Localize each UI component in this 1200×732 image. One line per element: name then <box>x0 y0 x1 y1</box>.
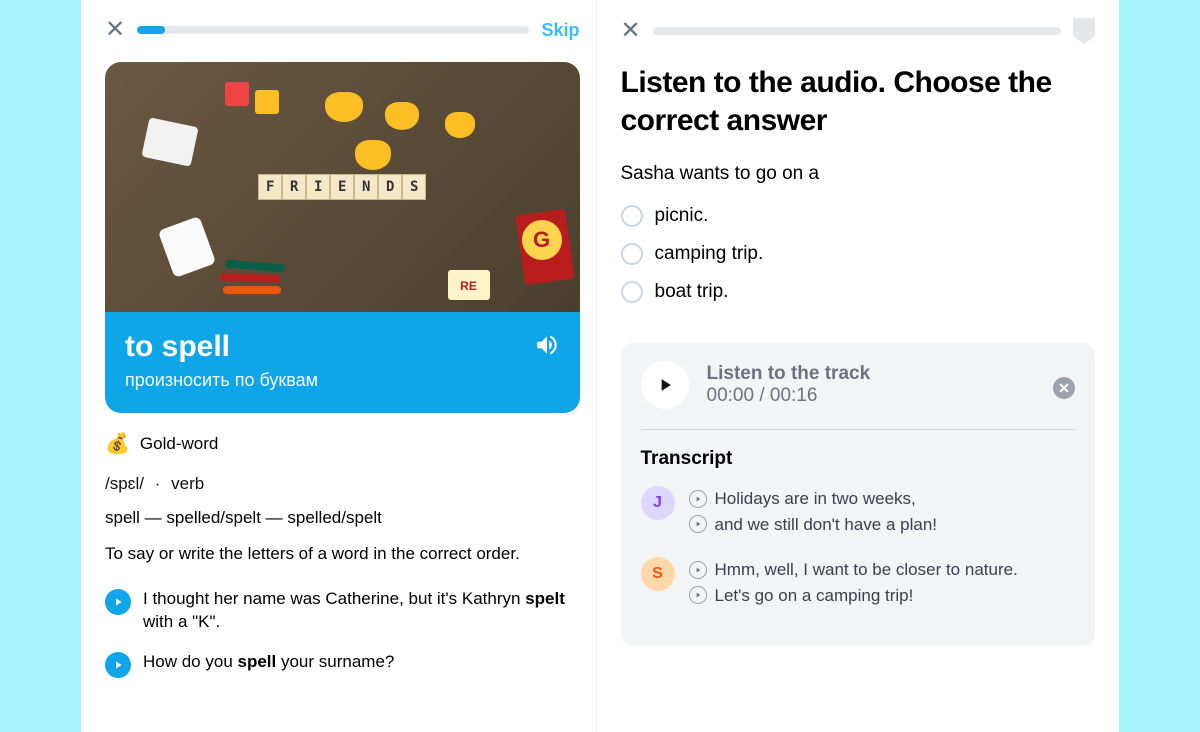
track-info: Listen to the track 00:00 / 00:16 <box>707 363 871 407</box>
example-sentence: I thought her name was Catherine, but it… <box>105 587 580 635</box>
listening-pane: ✕ Listen to the audio. Choose the correc… <box>597 0 1120 732</box>
audio-box: Listen to the track 00:00 / 00:16 ✕ Tran… <box>621 343 1096 646</box>
question-prompt: Sasha wants to go on a <box>621 163 1096 185</box>
avatar: S <box>641 557 675 591</box>
transcript-row: S Hmm, well, I want to be closer to natu… <box>641 557 1076 608</box>
speaker-icon[interactable] <box>534 332 560 358</box>
scrabble-tile: I <box>306 174 330 200</box>
answer-option[interactable]: boat trip. <box>621 281 1096 303</box>
transcript-line: Let's go on a camping trip! <box>689 583 1076 609</box>
card-translation: произносить по буквам <box>125 370 560 391</box>
right-topbar: ✕ <box>621 18 1096 44</box>
example-text: I thought her name was Catherine, but it… <box>143 587 580 635</box>
option-label: camping trip. <box>655 243 764 265</box>
transcript-line: and we still don't have a plan! <box>689 512 1076 538</box>
dismiss-icon[interactable]: ✕ <box>1053 377 1075 399</box>
word-card: G RE FRIENDS to spell произносить по бук… <box>105 62 580 413</box>
progress-bar <box>653 27 1061 35</box>
gold-word-row: 💰 Gold-word <box>105 431 580 456</box>
transcript-row: J Holidays are in two weeks, and we stil… <box>641 486 1076 537</box>
scrabble-tile: F <box>258 174 282 200</box>
progress-fill <box>137 26 164 34</box>
transcript-line: Hmm, well, I want to be closer to nature… <box>689 557 1076 583</box>
transcript-text: and we still don't have a plan! <box>715 512 938 538</box>
scrabble-tiles: FRIENDS <box>258 174 426 200</box>
transcript-text: Let's go on a camping trip! <box>715 583 914 609</box>
skip-button[interactable]: Skip <box>541 20 579 41</box>
close-icon[interactable]: ✕ <box>621 19 641 43</box>
answer-option[interactable]: camping trip. <box>621 243 1096 265</box>
close-icon[interactable]: ✕ <box>105 18 125 42</box>
radio-icon[interactable] <box>621 205 643 227</box>
scrabble-tile: R <box>282 174 306 200</box>
scrabble-tile: S <box>402 174 426 200</box>
track-title: Listen to the track <box>707 363 871 385</box>
transcript-heading: Transcript <box>641 448 1076 470</box>
audio-player: Listen to the track 00:00 / 00:16 ✕ <box>641 361 1076 430</box>
play-icon[interactable] <box>689 515 707 533</box>
question-title: Listen to the audio. Choose the correct … <box>621 64 1096 139</box>
transcript-line: Holidays are in two weeks, <box>689 486 1076 512</box>
track-time: 00:00 / 00:16 <box>707 385 871 407</box>
answer-option[interactable]: picnic. <box>621 205 1096 227</box>
option-label: boat trip. <box>655 281 729 303</box>
transcript-text: Hmm, well, I want to be closer to nature… <box>715 557 1018 583</box>
avatar: J <box>641 486 675 520</box>
card-image: G RE FRIENDS <box>105 62 580 312</box>
play-icon[interactable] <box>105 589 131 615</box>
example-sentence: How do you spell your surname? <box>105 650 580 678</box>
radio-icon[interactable] <box>621 243 643 265</box>
scrabble-tile: N <box>354 174 378 200</box>
card-body: to spell произносить по буквам <box>105 312 580 413</box>
definition-text: To say or write the letters of a word in… <box>105 542 580 567</box>
transcript-lines: Hmm, well, I want to be closer to nature… <box>689 557 1076 608</box>
left-topbar: ✕ Skip <box>105 18 580 42</box>
gold-word-label: Gold-word <box>140 434 218 454</box>
card-word: to spell <box>125 330 560 364</box>
play-icon[interactable] <box>105 652 131 678</box>
progress-bar <box>137 26 529 34</box>
part-of-speech: verb <box>171 474 204 493</box>
word-forms: spell — spelled/spelt — spelled/spelt <box>105 508 580 528</box>
radio-icon[interactable] <box>621 281 643 303</box>
money-bag-icon: 💰 <box>105 431 130 456</box>
transcript-lines: Holidays are in two weeks, and we still … <box>689 486 1076 537</box>
scrabble-tile: D <box>378 174 402 200</box>
separator-dot: · <box>155 474 161 493</box>
play-icon[interactable] <box>689 561 707 579</box>
scrabble-tile: E <box>330 174 354 200</box>
vocabulary-pane: ✕ Skip G RE FRIENDS to spell произносить… <box>81 0 597 732</box>
play-button[interactable] <box>641 361 689 409</box>
option-label: picnic. <box>655 205 709 227</box>
shield-logo-icon <box>1073 18 1095 44</box>
play-icon[interactable] <box>689 490 707 508</box>
transcript-text: Holidays are in two weeks, <box>715 486 916 512</box>
phonetic-row: /spɛl/ · verb <box>105 474 580 494</box>
play-icon[interactable] <box>689 586 707 604</box>
phonetic-text: /spɛl/ <box>105 474 144 493</box>
example-text: How do you spell your surname? <box>143 650 394 674</box>
